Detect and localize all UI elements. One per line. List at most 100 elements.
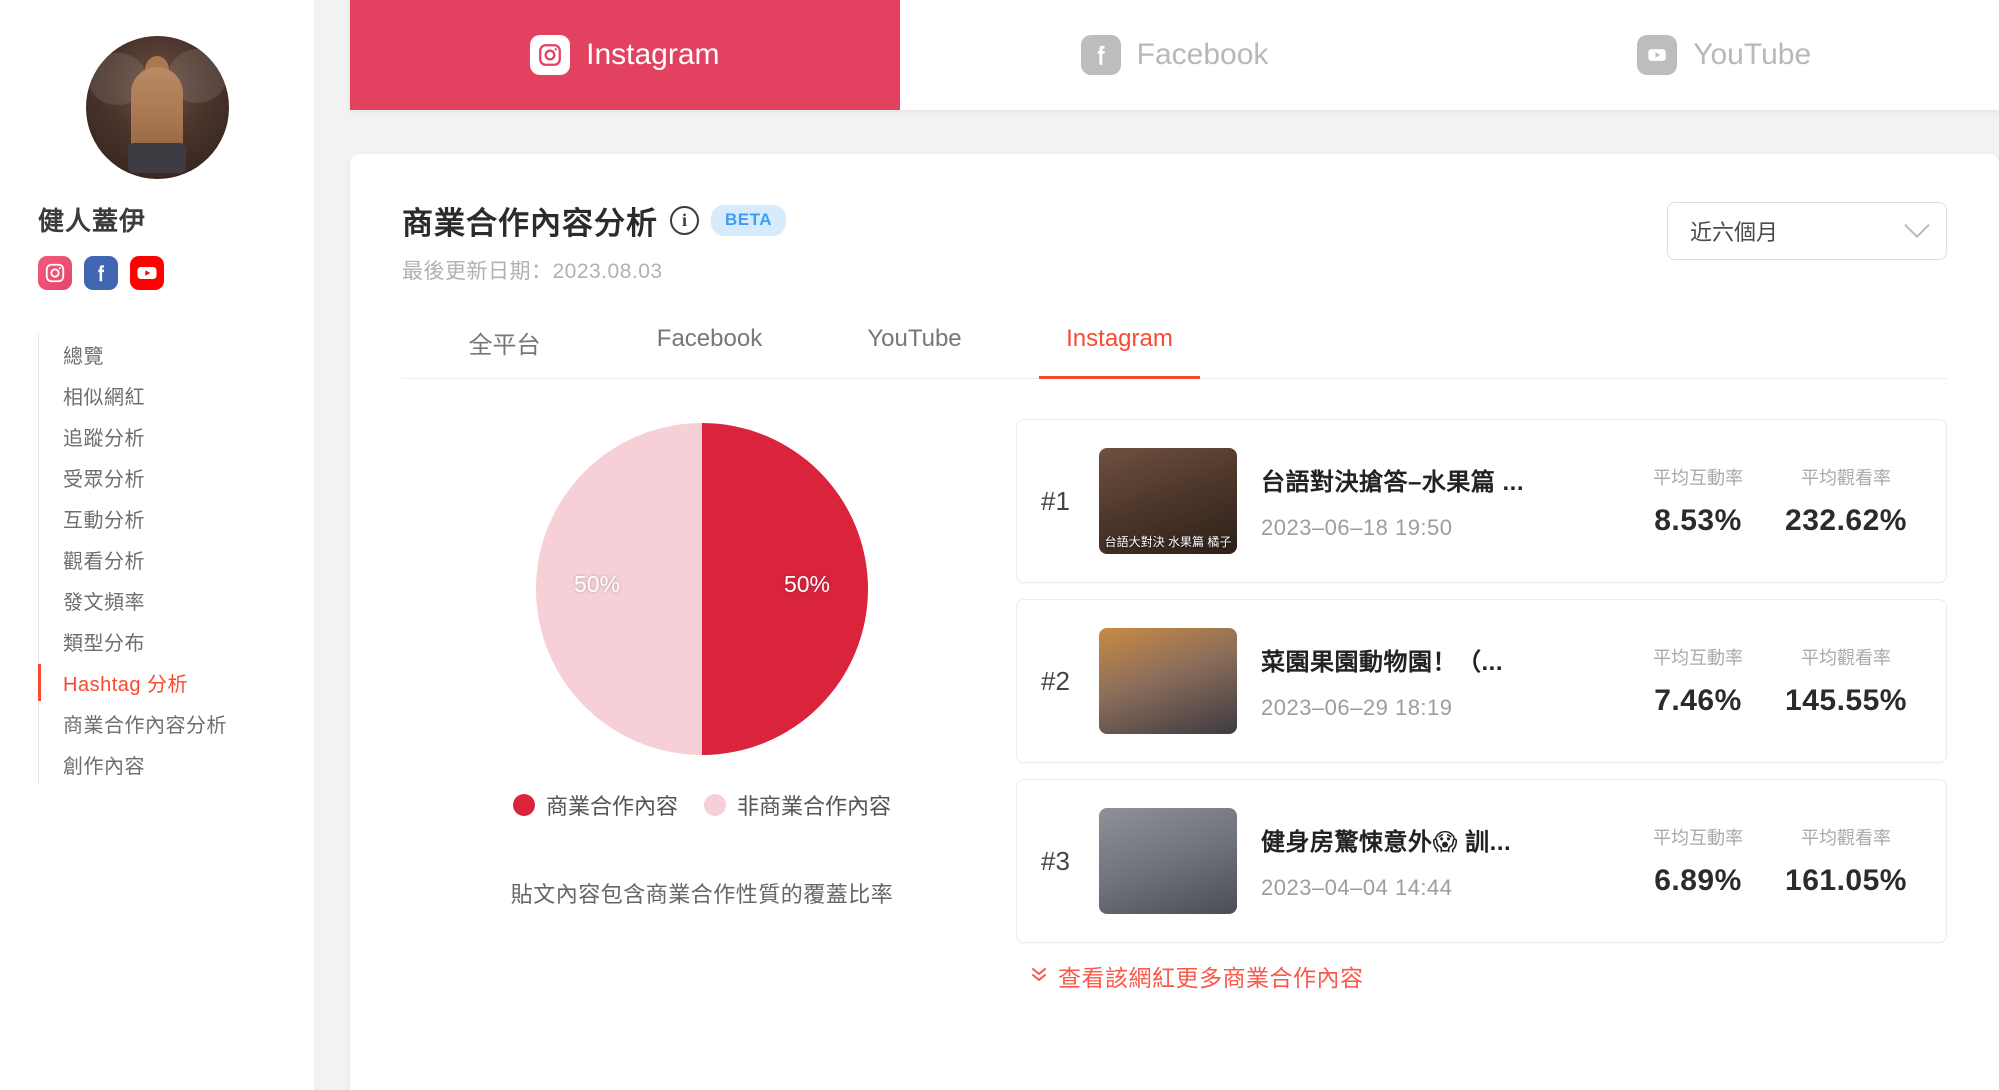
post-meta: 台語對決搶答–水果篇 ... 2023–06–18 19:50 [1237, 462, 1624, 541]
post-view-stat: 平均觀看率 161.05% [1772, 824, 1920, 898]
platform-tabbar: Instagram Facebook YouTube [350, 0, 1999, 110]
tab-instagram[interactable]: Instagram [350, 0, 900, 110]
sidebar-item-audience-analysis[interactable]: 受眾分析 [39, 457, 314, 498]
subtab-label: 全平台 [468, 332, 541, 359]
sidebar-item-label: 發文頻率 [63, 592, 145, 614]
legend-item-non-sponsored: 非商業合作內容 [704, 789, 891, 821]
avatar [85, 36, 229, 179]
sidebar-item-label: 相似網紅 [63, 387, 145, 409]
post-view-stat: 平均觀看率 232.62% [1772, 464, 1920, 538]
stat-value: 161.05% [1785, 864, 1907, 897]
panel-body: 50% 50% 商業合作內容 非商業合作內容 貼文內容包含商業合作性質的覆蓋比率… [402, 419, 1947, 993]
stat-label: 平均觀看率 [1801, 828, 1891, 848]
post-rank: #1 [1041, 485, 1070, 516]
table-row[interactable]: #1 台語大對決 水果篇 橘子 台語對決搶答–水果篇 ... 2023–06–1… [1016, 419, 1947, 583]
pie-chart: 50% 50% [536, 423, 868, 755]
tab-youtube[interactable]: YouTube [1449, 0, 1999, 110]
sidebar-item-engagement-analysis[interactable]: 互動分析 [39, 498, 314, 539]
youtube-icon[interactable] [130, 256, 164, 290]
chart-caption: 貼文內容包含商業合作性質的覆蓋比率 [510, 882, 894, 907]
sidebar-item-post-frequency[interactable]: 發文頻率 [39, 580, 314, 621]
panel-title-row: 商業合作內容分析 i BETA [402, 198, 787, 243]
stat-value: 232.62% [1785, 504, 1907, 537]
view-more-label: 查看該網紅更多商業合作內容 [1058, 965, 1364, 991]
post-title: 健身房驚悚意外😱 訓... [1261, 828, 1512, 856]
post-date: 2023–06–18 19:50 [1261, 514, 1453, 540]
last-updated-text: 最後更新日期：2023.08.03 [402, 260, 663, 283]
stat-label: 平均互動率 [1653, 648, 1743, 668]
subtab-youtube[interactable]: YouTube [812, 325, 1017, 378]
sidebar-item-label: 創作內容 [63, 756, 145, 778]
date-range-select[interactable]: 近六個月 [1667, 202, 1947, 260]
sidebar-item-follower-analysis[interactable]: 追蹤分析 [39, 416, 314, 457]
stat-value: 8.53% [1654, 504, 1742, 537]
sidebar-item-label: 類型分布 [63, 633, 145, 655]
post-rank: #3 [1041, 845, 1070, 876]
app-root: 健人蓋伊 總覽 相似網紅 追蹤分析 受眾分析 互動分析 觀看分析 發文頻率 類型… [0, 0, 1999, 1090]
facebook-icon [1080, 35, 1121, 75]
youtube-icon [1637, 35, 1678, 75]
facebook-icon[interactable] [84, 256, 118, 290]
sidebar-menu: 總覽 相似網紅 追蹤分析 受眾分析 互動分析 觀看分析 發文頻率 類型分布 Ha… [0, 334, 314, 785]
sidebar-item-label: 觀看分析 [63, 551, 145, 573]
subtab-all-platforms[interactable]: 全平台 [402, 325, 607, 378]
sidebar-item-overview[interactable]: 總覽 [39, 334, 314, 375]
sidebar-item-similar-influencers[interactable]: 相似網紅 [39, 375, 314, 416]
platform-subtabs: 全平台 Facebook YouTube Instagram [402, 325, 1947, 379]
tab-facebook[interactable]: Facebook [900, 0, 1450, 110]
legend-label: 商業合作內容 [545, 794, 678, 819]
pie-legend: 商業合作內容 非商業合作內容 [512, 789, 891, 821]
panel-title-block: 商業合作內容分析 i BETA 最後更新日期：2023.08.03 [402, 198, 787, 285]
table-row[interactable]: #3 健身房驚悚意外😱 訓... 2023–04–04 14:44 平均互動率 … [1016, 779, 1947, 943]
chevron-down-icon [1904, 212, 1930, 239]
post-thumbnail[interactable] [1099, 628, 1237, 734]
legend-swatch-icon [704, 794, 726, 816]
stat-label: 平均觀看率 [1801, 468, 1891, 488]
post-title: 菜園果園動物園！（... [1261, 648, 1504, 676]
post-meta: 菜園果園動物園！（... 2023–06–29 18:19 [1237, 642, 1624, 721]
sidebar-item-label: 商業合作內容分析 [63, 715, 227, 737]
stat-value: 145.55% [1785, 684, 1907, 717]
stat-value: 7.46% [1654, 684, 1742, 717]
stat-label: 平均互動率 [1653, 828, 1743, 848]
post-engagement-stat: 平均互動率 7.46% [1624, 644, 1772, 718]
instagram-icon[interactable] [38, 256, 72, 290]
sidebar-item-creative-content[interactable]: 創作內容 [39, 744, 314, 785]
post-date: 2023–04–04 14:44 [1261, 874, 1453, 900]
tab-label: Facebook [1136, 38, 1269, 71]
table-row[interactable]: #2 菜園果園動物園！（... 2023–06–29 18:19 平均互動率 7… [1016, 599, 1947, 763]
tab-label: YouTube [1693, 38, 1812, 71]
chevron-double-down-icon [1030, 963, 1048, 990]
post-thumbnail[interactable] [1099, 808, 1237, 914]
subtab-instagram[interactable]: Instagram [1017, 325, 1222, 379]
post-title: 台語對決搶答–水果篇 ... [1261, 468, 1525, 496]
pie-label-sponsored: 50% [783, 571, 830, 597]
subtab-label: Instagram [1066, 325, 1173, 352]
avatar-wrap [0, 36, 314, 179]
post-rank: #2 [1041, 665, 1070, 696]
sidebar-item-view-analysis[interactable]: 觀看分析 [39, 539, 314, 580]
pie-chart-section: 50% 50% 商業合作內容 非商業合作內容 貼文內容包含商業合作性質的覆蓋比率 [402, 419, 1002, 993]
view-more-link[interactable]: 查看該網紅更多商業合作內容 [1016, 959, 1947, 993]
pie-label-non-sponsored: 50% [574, 571, 621, 597]
post-view-stat: 平均觀看率 145.55% [1772, 644, 1920, 718]
post-thumbnail[interactable]: 台語大對決 水果篇 橘子 [1099, 448, 1237, 554]
sidebar-item-sponsored-content-analysis[interactable]: 商業合作內容分析 [39, 703, 314, 744]
instagram-icon [530, 35, 571, 75]
stat-label: 平均互動率 [1653, 468, 1743, 488]
tab-label: Instagram [586, 38, 720, 71]
main-content: Instagram Facebook YouTube 商業合作內容分析 i BE… [315, 0, 1999, 1090]
sidebar-item-label: 互動分析 [63, 510, 145, 532]
info-icon[interactable]: i [670, 206, 699, 235]
post-date: 2023–06–29 18:19 [1261, 694, 1453, 720]
sidebar-item-label: 受眾分析 [63, 469, 145, 491]
subtab-facebook[interactable]: Facebook [607, 325, 812, 378]
legend-item-sponsored: 商業合作內容 [512, 789, 678, 821]
sidebar-item-hashtag-analysis[interactable]: Hashtag 分析 [38, 662, 314, 703]
sidebar: 健人蓋伊 總覽 相似網紅 追蹤分析 受眾分析 互動分析 觀看分析 發文頻率 類型… [0, 0, 315, 1090]
subtab-label: Facebook [656, 325, 763, 352]
beta-badge: BETA [711, 205, 787, 236]
top-posts-list: #1 台語大對決 水果篇 橘子 台語對決搶答–水果篇 ... 2023–06–1… [1002, 419, 1947, 993]
sidebar-item-type-distribution[interactable]: 類型分布 [39, 621, 314, 662]
analysis-panel: 商業合作內容分析 i BETA 最後更新日期：2023.08.03 近六個月 全… [350, 154, 1999, 1090]
